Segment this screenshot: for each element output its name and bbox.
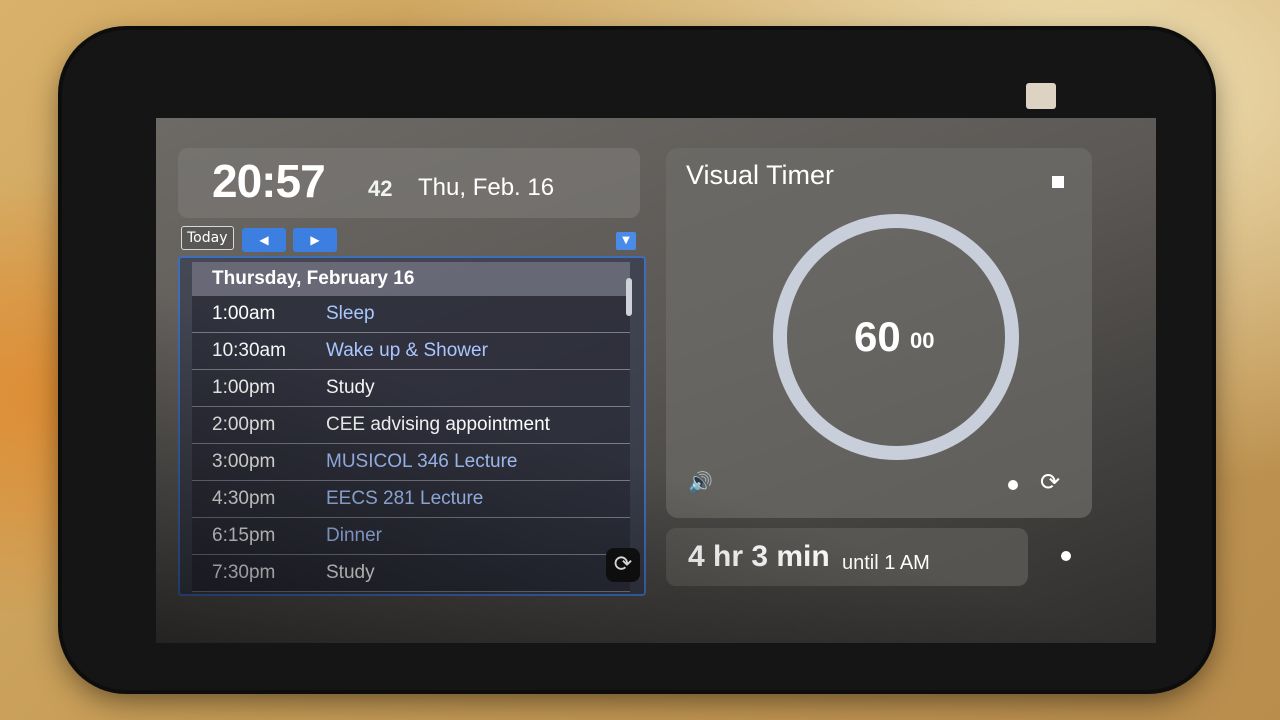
- stop-icon[interactable]: [1052, 176, 1064, 188]
- agenda-day-header: Thursday, February 16: [192, 262, 630, 296]
- event-title[interactable]: Dinner: [326, 525, 382, 547]
- countdown-widget: 4 hr 3 min until 1 AM: [666, 528, 1028, 586]
- countdown-duration: 4 hr 3 min: [688, 540, 830, 573]
- visual-timer-widget: Visual Timer 60 00 🔊 ⟳: [666, 148, 1092, 518]
- calendar-menu-button[interactable]: ▼: [616, 232, 636, 250]
- countdown-target: until 1 AM: [842, 552, 930, 574]
- event-row[interactable]: 2:00pm CEE advising appointment: [192, 407, 630, 444]
- timer-dot-indicator: [1008, 480, 1018, 490]
- timer-minutes: 60: [854, 313, 901, 360]
- display-screen: 20:57 42 Thu, Feb. 16 Today ◀ ▶ ▼ Thursd…: [156, 118, 1156, 643]
- event-time: 1:00pm: [212, 377, 276, 398]
- event-row[interactable]: 3:00pm MUSICOL 346 Lecture: [192, 444, 630, 481]
- event-time: 4:30pm: [212, 488, 276, 509]
- timer-title: Visual Timer: [686, 160, 835, 190]
- event-time: 1:00am: [212, 303, 276, 324]
- timer-seconds: 00: [910, 328, 935, 353]
- event-time: 7:30pm: [212, 562, 276, 583]
- page-dot-indicator: [1061, 551, 1071, 561]
- chevron-right-icon: ▶: [310, 233, 320, 247]
- event-row[interactable]: 6:15pm Dinner: [192, 518, 630, 555]
- agenda-scrollbar[interactable]: [626, 278, 632, 316]
- event-row[interactable]: 4:30pm EECS 281 Lecture: [192, 481, 630, 518]
- clock-seconds: 42: [368, 176, 393, 201]
- event-row[interactable]: 10:30am Wake up & Shower: [192, 333, 630, 370]
- camera-shutter: [1026, 83, 1056, 109]
- event-title[interactable]: Study: [326, 562, 375, 584]
- event-row[interactable]: 1:00pm Study: [192, 370, 630, 407]
- volume-icon[interactable]: 🔊: [688, 470, 713, 494]
- previous-day-button[interactable]: ◀: [242, 228, 286, 252]
- event-time: 3:00pm: [212, 451, 276, 472]
- event-title[interactable]: Wake up & Shower: [326, 340, 488, 362]
- next-day-button[interactable]: ▶: [293, 228, 337, 252]
- chevron-left-icon: ◀: [259, 233, 269, 247]
- clock-date: Thu, Feb. 16: [418, 174, 555, 201]
- chevron-down-icon: ▼: [622, 235, 630, 246]
- event-row[interactable]: 1:00am Sleep: [192, 296, 630, 333]
- event-row[interactable]: 7:30pm Study: [192, 555, 630, 592]
- event-time: 2:00pm: [212, 414, 276, 435]
- event-time: 10:30am: [212, 340, 286, 361]
- calendar-refresh-button[interactable]: ⟳: [606, 548, 640, 582]
- event-title[interactable]: CEE advising appointment: [326, 414, 550, 436]
- clock-time: 20:57: [212, 155, 326, 207]
- refresh-icon: ⟳: [613, 552, 633, 577]
- agenda-list: Thursday, February 16 1:00am Sleep 10:30…: [178, 256, 646, 596]
- event-title[interactable]: Sleep: [326, 303, 375, 325]
- today-button[interactable]: Today: [181, 226, 234, 250]
- clock-widget: 20:57 42 Thu, Feb. 16: [178, 148, 640, 218]
- event-time: 6:15pm: [212, 525, 276, 546]
- event-title[interactable]: MUSICOL 346 Lecture: [326, 451, 518, 473]
- event-title[interactable]: EECS 281 Lecture: [326, 488, 483, 510]
- smart-display-device: 20:57 42 Thu, Feb. 16 Today ◀ ▶ ▼ Thursd…: [62, 30, 1212, 690]
- event-title[interactable]: Study: [326, 377, 375, 399]
- reset-icon[interactable]: ⟳: [1040, 468, 1060, 496]
